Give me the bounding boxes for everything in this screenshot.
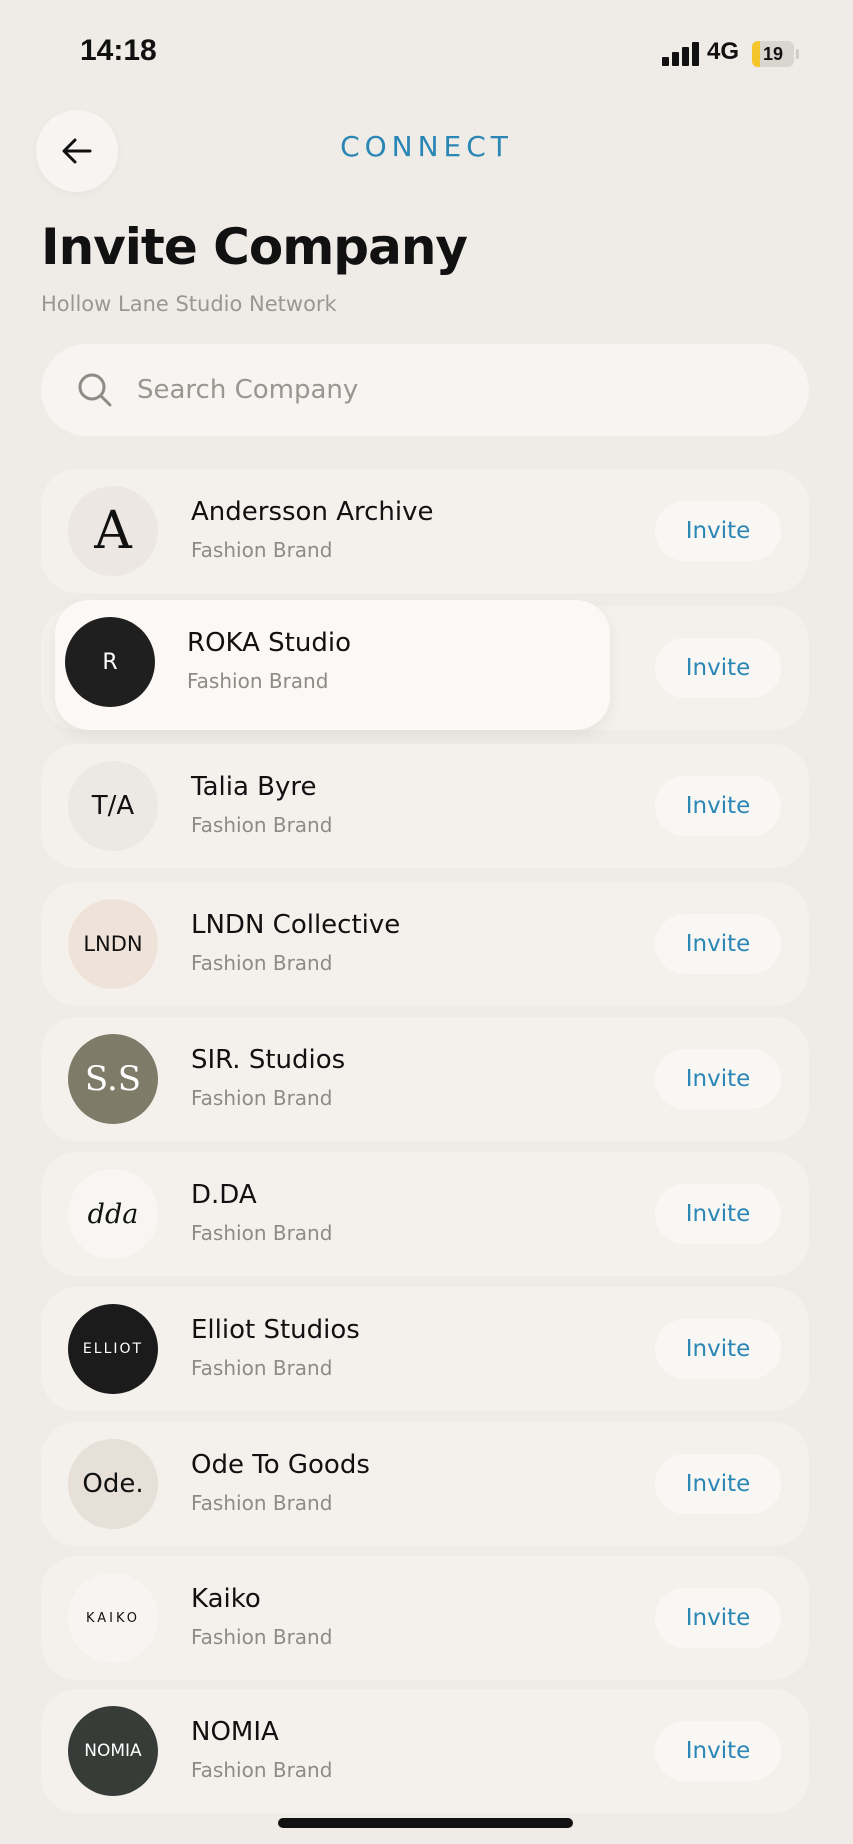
company-type: Fashion Brand bbox=[191, 1356, 333, 1380]
status-bar: 14:18 4G 19 bbox=[0, 0, 853, 100]
company-logo: R bbox=[65, 617, 155, 707]
dragged-company-card[interactable]: R ROKA Studio Fashion Brand bbox=[55, 600, 610, 730]
invite-button[interactable]: Invite bbox=[655, 501, 781, 561]
company-logo: NOMIA bbox=[68, 1706, 158, 1796]
invite-button[interactable]: Invite bbox=[655, 1721, 781, 1781]
company-logo-text: ELLIOT bbox=[82, 1341, 144, 1357]
company-type: Fashion Brand bbox=[191, 1221, 333, 1245]
company-name: SIR. Studios bbox=[191, 1045, 346, 1075]
company-type: Fashion Brand bbox=[191, 1086, 333, 1110]
invite-button[interactable]: Invite bbox=[655, 1319, 781, 1379]
company-row[interactable]: S.S SIR. Studios Fashion Brand Invite bbox=[41, 1017, 809, 1141]
company-name: LNDN Collective bbox=[191, 910, 401, 940]
status-time: 14:18 bbox=[80, 34, 157, 67]
company-logo-text: T/A bbox=[91, 791, 135, 821]
company-name: NOMIA bbox=[191, 1717, 279, 1747]
search-icon bbox=[78, 373, 112, 407]
header-title: CONNECT bbox=[340, 130, 513, 163]
company-logo-text: KAIKO bbox=[85, 1610, 141, 1626]
company-logo: A bbox=[68, 486, 158, 576]
invite-button[interactable]: Invite bbox=[655, 1184, 781, 1244]
signal-icon bbox=[662, 42, 700, 66]
company-logo-text: Ode. bbox=[82, 1469, 144, 1499]
search-input[interactable] bbox=[135, 374, 759, 406]
company-logo-text: NOMIA bbox=[84, 1741, 142, 1761]
company-type: Fashion Brand bbox=[191, 538, 333, 562]
battery-tip bbox=[796, 49, 799, 59]
company-logo: T/A bbox=[68, 761, 158, 851]
company-name: Ode To Goods bbox=[191, 1450, 370, 1480]
company-name: Elliot Studios bbox=[191, 1315, 360, 1345]
invite-button[interactable]: Invite bbox=[655, 1454, 781, 1514]
company-logo: dda bbox=[68, 1169, 158, 1259]
company-row[interactable]: dda D.DA Fashion Brand Invite bbox=[41, 1152, 809, 1276]
battery-icon: 19 bbox=[752, 41, 794, 67]
company-type: Fashion Brand bbox=[191, 951, 333, 975]
company-name: Andersson Archive bbox=[191, 497, 434, 527]
invite-button[interactable]: Invite bbox=[655, 1049, 781, 1109]
company-type: Fashion Brand bbox=[191, 1625, 333, 1649]
company-logo: Ode. bbox=[68, 1439, 158, 1529]
company-row[interactable]: T/A Talia Byre Fashion Brand Invite bbox=[41, 744, 809, 868]
company-row[interactable]: A Andersson Archive Fashion Brand Invite bbox=[41, 469, 809, 593]
company-logo: KAIKO bbox=[68, 1573, 158, 1663]
invite-button[interactable]: Invite bbox=[655, 914, 781, 974]
company-row[interactable]: ELLIOT Elliot Studios Fashion Brand Invite bbox=[41, 1287, 809, 1411]
network-label: 4G bbox=[707, 38, 740, 65]
page-title: Invite Company bbox=[41, 218, 468, 276]
company-row[interactable]: LNDN LNDN Collective Fashion Brand Invite bbox=[41, 882, 809, 1006]
company-row[interactable]: NOMIA NOMIA Fashion Brand Invite bbox=[41, 1689, 809, 1813]
company-name: Kaiko bbox=[191, 1584, 261, 1614]
company-type: Fashion Brand bbox=[191, 1758, 333, 1782]
home-indicator bbox=[278, 1818, 573, 1828]
company-logo-text: A bbox=[94, 501, 132, 561]
invite-button[interactable]: Invite bbox=[655, 1588, 781, 1648]
company-row[interactable]: KAIKO Kaiko Fashion Brand Invite bbox=[41, 1556, 809, 1680]
battery-level: 19 bbox=[762, 44, 784, 64]
company-logo: LNDN bbox=[68, 899, 158, 989]
company-type: Fashion Brand bbox=[191, 813, 333, 837]
company-logo-text: LNDN bbox=[83, 932, 143, 956]
search-box[interactable] bbox=[41, 344, 809, 436]
company-name: ROKA Studio bbox=[187, 628, 351, 658]
page-subtitle: Hollow Lane Studio Network bbox=[41, 292, 337, 316]
company-logo-text: dda bbox=[87, 1198, 139, 1230]
company-name: Talia Byre bbox=[191, 772, 317, 802]
company-type: Fashion Brand bbox=[187, 669, 329, 693]
company-logo-text: R bbox=[102, 649, 118, 675]
company-logo: S.S bbox=[68, 1034, 158, 1124]
invite-button[interactable]: Invite bbox=[655, 638, 781, 698]
company-row[interactable]: Ode. Ode To Goods Fashion Brand Invite bbox=[41, 1422, 809, 1546]
company-type: Fashion Brand bbox=[191, 1491, 333, 1515]
company-row[interactable]: R ROKA Studio Fashion Brand Invite bbox=[41, 600, 809, 730]
invite-button[interactable]: Invite bbox=[655, 776, 781, 836]
company-logo-text: S.S bbox=[84, 1059, 142, 1099]
company-logo: ELLIOT bbox=[68, 1304, 158, 1394]
company-name: D.DA bbox=[191, 1180, 257, 1210]
